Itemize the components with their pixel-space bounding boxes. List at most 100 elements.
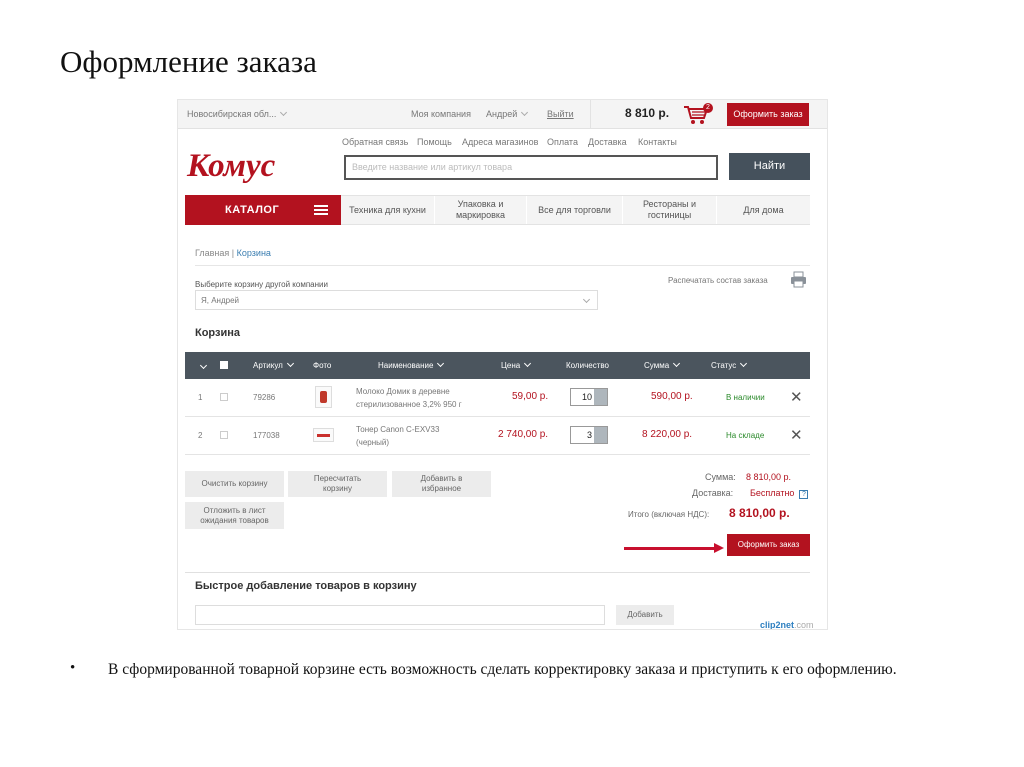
quick-add-button[interactable]: Добавить <box>616 605 674 625</box>
catalog-button[interactable]: КАТАЛОГ <box>185 195 341 225</box>
sum-value: 8 810,00 р. <box>746 472 792 482</box>
breadcrumb-current: Корзина <box>236 248 271 258</box>
clear-cart-button[interactable]: Очистить корзину <box>185 471 284 497</box>
select-all-checkbox[interactable] <box>220 361 228 369</box>
komus-logo[interactable]: Комус <box>185 148 320 184</box>
header-qty: Количество <box>566 361 609 370</box>
divider <box>590 100 591 129</box>
quantity-stepper[interactable]: 10 <box>570 388 608 406</box>
cart-select-value: Я, Андрей <box>201 296 240 305</box>
clip2net-watermark: clip2net.com <box>760 620 814 630</box>
nav-item-packaging[interactable]: Упаковка и маркировка <box>435 196 527 224</box>
divider <box>195 265 810 266</box>
cart-heading: Корзина <box>195 327 240 339</box>
delivery-label: Доставка: <box>692 488 734 498</box>
status-badge: В наличии <box>726 393 765 402</box>
red-arrow-pointer <box>624 547 716 550</box>
cart-select[interactable]: Я, Андрей <box>195 290 598 310</box>
arrow-head-icon <box>714 543 724 553</box>
row-article: 177038 <box>253 431 280 440</box>
link-help[interactable]: Помощь <box>417 137 452 147</box>
help-icon[interactable]: ? <box>799 490 809 499</box>
header-article[interactable]: Артикул <box>253 359 294 370</box>
postpone-button[interactable]: Отложить в лист ожидания товаров <box>185 502 284 529</box>
checkout-button[interactable]: Оформить заказ <box>727 534 810 556</box>
row-sum: 8 220,00 р. <box>642 429 693 440</box>
website-screenshot: Новосибирская обл... Моя компания Андрей… <box>177 99 828 630</box>
product-thumbnail[interactable] <box>313 428 334 442</box>
menu-icon <box>314 205 328 215</box>
nav-item-trade[interactable]: Все для торговли <box>527 196 623 224</box>
breadcrumb-home[interactable]: Главная <box>195 248 229 258</box>
remove-icon[interactable]: ✕ <box>790 426 803 444</box>
header-sum[interactable]: Сумма <box>644 359 681 370</box>
choose-cart-label: Выберите корзину другой компании <box>195 280 328 289</box>
cart-count-badge: 2 <box>703 103 713 113</box>
region-selector[interactable]: Новосибирская обл... <box>187 108 288 119</box>
cart-icon[interactable]: 2 <box>683 103 713 126</box>
sum-label: Сумма: <box>705 472 736 482</box>
chevron-down-icon <box>437 359 445 368</box>
nav-item-home[interactable]: Для дома <box>717 196 810 224</box>
row-article: 79286 <box>253 393 276 402</box>
nav-item-restaurants[interactable]: Рестораны и гостиницы <box>623 196 717 224</box>
slide-bullet-text: В сформированной товарной корзине есть в… <box>108 661 897 678</box>
chevron-down-icon <box>286 359 294 368</box>
milk-carton-icon <box>320 391 327 403</box>
status-badge: На складе <box>726 431 765 440</box>
search-button[interactable]: Найти <box>729 153 810 180</box>
bullet-marker: • <box>70 660 76 676</box>
logout-link[interactable]: Выйти <box>547 109 574 119</box>
product-thumbnail[interactable] <box>315 386 332 408</box>
header-status[interactable]: Статус <box>711 359 748 370</box>
cart-total: 8 810 р. <box>625 106 670 120</box>
printer-icon[interactable] <box>790 271 807 288</box>
print-link[interactable]: Распечатать состав заказа <box>668 276 768 285</box>
quick-add-input[interactable] <box>195 605 605 625</box>
chevron-down-icon <box>280 108 288 117</box>
row-price: 2 740,00 р. <box>498 429 549 440</box>
company-link[interactable]: Моя компания <box>411 109 471 119</box>
chevron-down-icon <box>524 359 532 368</box>
breadcrumb-separator: | <box>231 248 235 258</box>
stepper-arrows-icon[interactable] <box>594 427 607 443</box>
header-checkout-button[interactable]: Оформить заказ <box>727 103 809 126</box>
total-value: 8 810,00 р. <box>729 506 790 520</box>
row-sum: 590,00 р. <box>651 391 693 402</box>
nav-item-kitchen[interactable]: Техника для кухни <box>341 196 435 224</box>
link-delivery[interactable]: Доставка <box>588 137 627 147</box>
row-name[interactable]: Молоко Домик в деревне стерилизованное 3,… <box>356 385 462 411</box>
recalculate-button[interactable]: Пересчитать корзину <box>288 471 387 497</box>
chevron-down-icon <box>740 359 748 368</box>
logo-text: Комус <box>186 148 276 184</box>
category-nav: Техника для кухни Упаковка и маркировка … <box>341 195 810 225</box>
link-feedback[interactable]: Обратная связь <box>342 137 408 147</box>
table-row: 1 79286 Молоко Домик в деревне стерилизов… <box>185 379 810 417</box>
stepper-arrows-icon[interactable] <box>594 389 607 405</box>
chevron-down-icon <box>582 295 591 304</box>
link-payment[interactable]: Оплата <box>547 137 578 147</box>
toner-box-icon <box>317 434 330 437</box>
row-checkbox[interactable] <box>220 393 228 401</box>
total-label: Итого (включая НДС): <box>628 510 710 519</box>
row-number: 1 <box>198 393 203 402</box>
link-stores[interactable]: Адреса магазинов <box>462 137 538 147</box>
header-name[interactable]: Наименование <box>378 359 445 370</box>
row-checkbox[interactable] <box>220 431 228 439</box>
remove-icon[interactable]: ✕ <box>790 388 803 406</box>
row-name[interactable]: Тонер Canon C-EXV33 (черный) <box>356 423 439 449</box>
quantity-stepper[interactable]: 3 <box>570 426 608 444</box>
delivery-value: Бесплатно? <box>750 488 809 499</box>
link-contacts[interactable]: Контакты <box>638 137 677 147</box>
chevron-down-icon[interactable] <box>199 361 208 370</box>
quick-add-heading: Быстрое добавление товаров в корзину <box>195 580 417 592</box>
user-menu[interactable]: Андрей <box>486 108 529 119</box>
search-input[interactable]: Введите название или артикул товара <box>344 155 718 180</box>
header-photo: Фото <box>313 361 332 370</box>
chevron-down-icon <box>673 359 681 368</box>
row-price: 59,00 р. <box>512 391 549 402</box>
add-to-favorites-button[interactable]: Добавить в избранное <box>392 471 491 497</box>
slide-title: Оформление заказа <box>60 44 317 79</box>
catalog-label: КАТАЛОГ <box>225 204 280 216</box>
header-price[interactable]: Цена <box>501 359 532 370</box>
